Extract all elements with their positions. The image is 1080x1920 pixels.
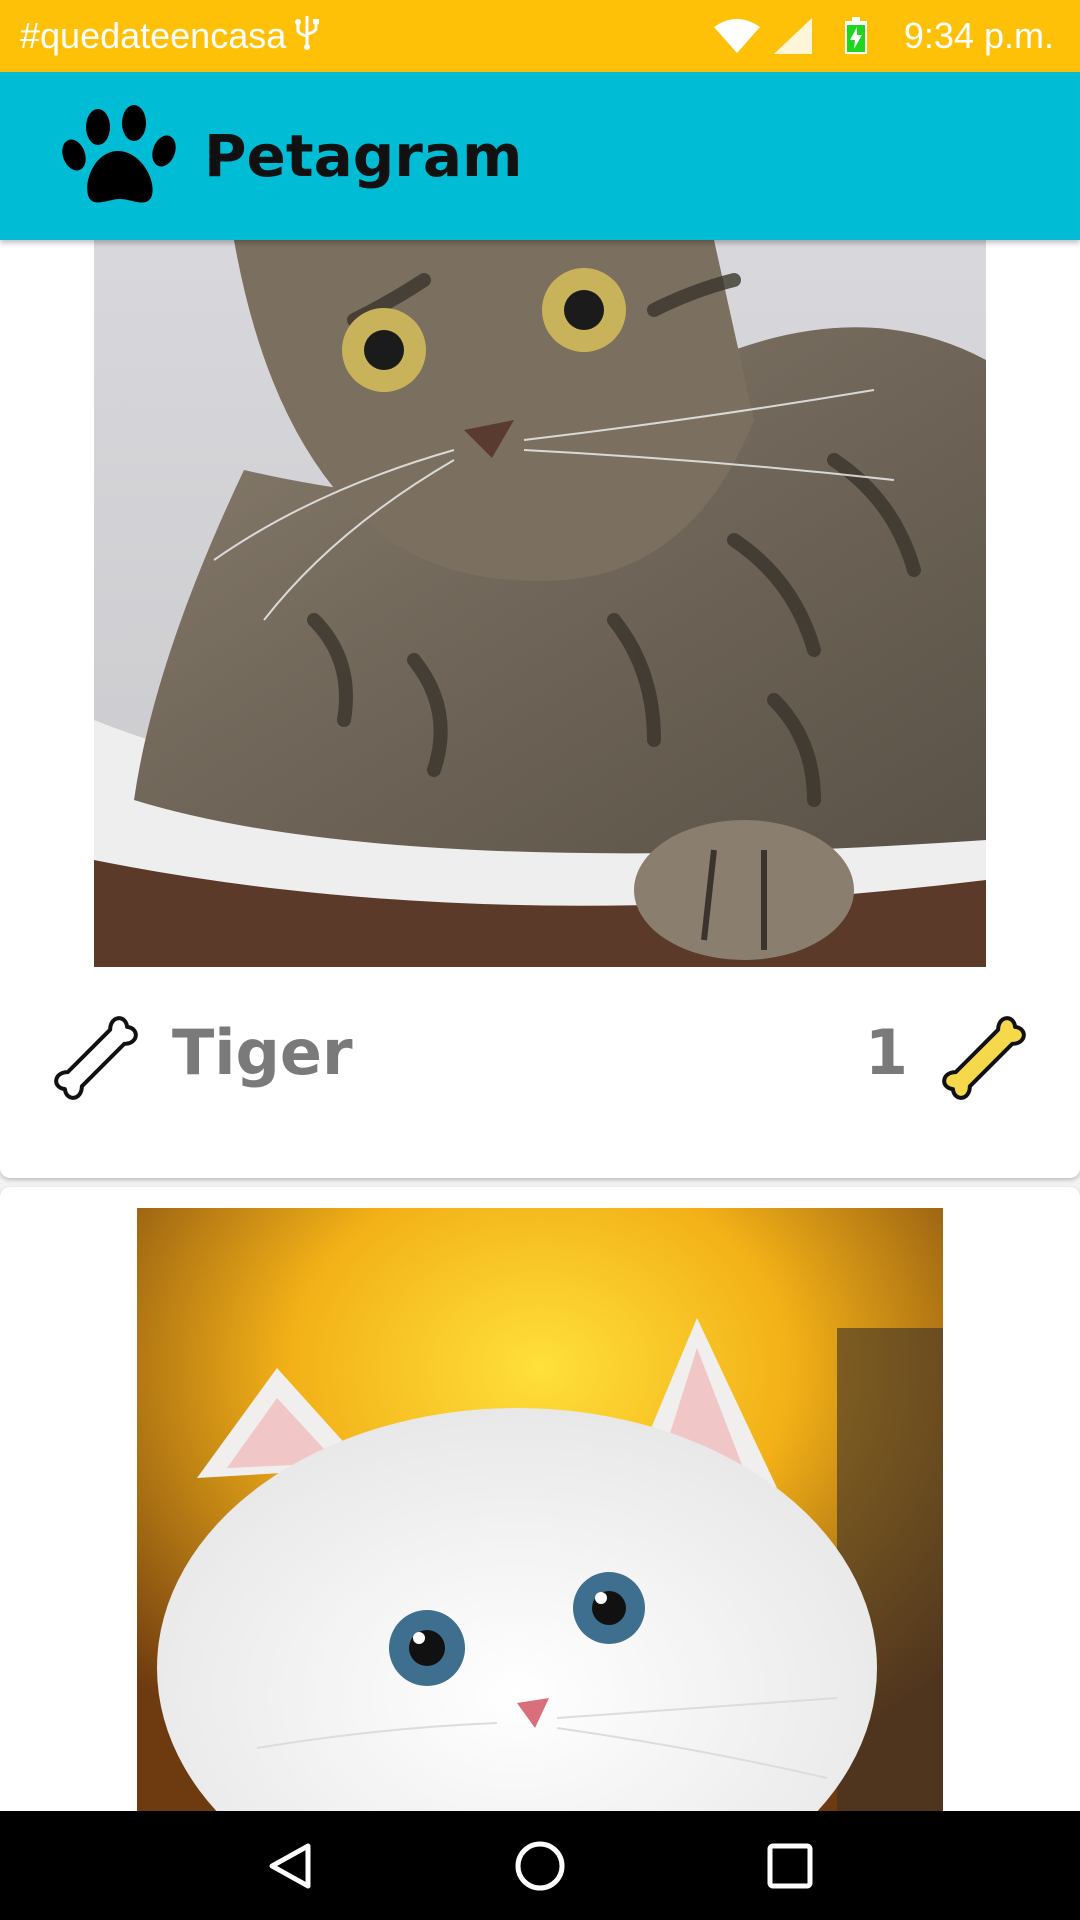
status-left: #quedateencasa	[20, 14, 714, 59]
usb-icon	[294, 14, 320, 59]
notification-text: #quedateencasa	[20, 15, 287, 56]
battery-charging-icon	[844, 17, 868, 55]
pet-card: Tiger 1	[0, 240, 1080, 1178]
paw-icon	[62, 101, 178, 211]
status-bar: #quedateencasa 9:34 p.m.	[0, 0, 1080, 72]
clock: 9:34 p.m.	[903, 15, 1054, 56]
tabby-cat-photo	[94, 240, 986, 967]
pet-feed[interactable]: Tiger 1	[0, 240, 1080, 1811]
recents-icon[interactable]	[760, 1836, 820, 1896]
pet-card	[0, 1187, 1080, 1811]
wifi-icon	[713, 19, 760, 53]
like-count: 1	[864, 1016, 908, 1089]
home-icon[interactable]	[510, 1836, 570, 1896]
back-icon[interactable]	[260, 1836, 320, 1896]
pet-name: Tiger	[172, 1016, 353, 1089]
white-persian-kitten-photo	[137, 1208, 943, 1811]
app-title: Petagram	[204, 122, 523, 190]
pet-card-footer: Tiger 1	[0, 980, 1080, 1130]
status-right: 9:34 p.m.	[713, 15, 1054, 57]
signal-icon	[773, 18, 812, 54]
app-bar: Petagram	[0, 72, 1080, 240]
bone-yellow-icon	[930, 1004, 1038, 1112]
navigation-bar	[0, 1811, 1080, 1920]
bone-outline-icon[interactable]	[42, 1004, 150, 1112]
